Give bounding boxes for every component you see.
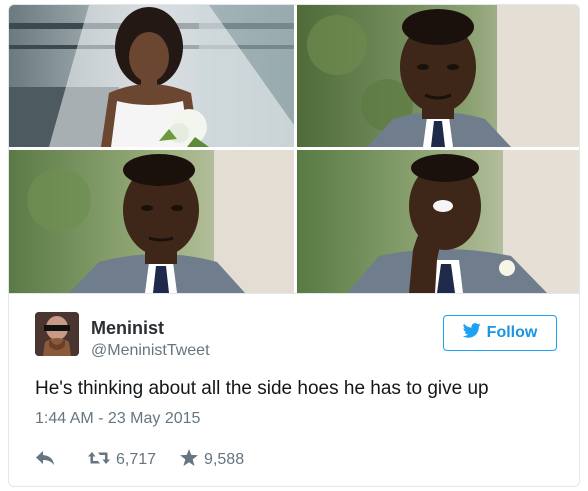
retweet-button[interactable]: 6,717	[88, 450, 156, 471]
retweet-icon	[88, 450, 110, 471]
tweet-actions: 6,717 9,588	[35, 448, 244, 472]
retweet-count: 6,717	[116, 451, 157, 468]
tweet-body: Meninist @MeninistTweet Follow He's thin…	[9, 293, 579, 486]
photo-groom-side-glance[interactable]	[9, 150, 294, 293]
user-handle[interactable]: @MeninistTweet	[91, 342, 210, 360]
tweet-text: He's thinking about all the side hoes he…	[35, 378, 489, 399]
reply-icon	[35, 450, 55, 471]
like-button[interactable]: 9,588	[180, 449, 244, 471]
tweet-card: Meninist @MeninistTweet Follow He's thin…	[8, 4, 580, 487]
photo-groom-wiping-tears[interactable]	[297, 150, 579, 293]
star-icon	[180, 449, 198, 471]
photo-groom-tearful[interactable]	[297, 5, 579, 147]
photo-grid[interactable]	[9, 5, 579, 293]
follow-label: Follow	[486, 324, 538, 341]
twitter-bird-icon	[462, 323, 481, 343]
follow-button[interactable]: Follow	[443, 315, 557, 351]
photo-bride[interactable]	[9, 5, 294, 147]
like-count: 9,588	[204, 451, 245, 468]
display-name[interactable]: Meninist	[91, 318, 164, 339]
reply-button[interactable]	[35, 450, 55, 471]
tweet-timestamp[interactable]: 1:44 AM - 23 May 2015	[35, 410, 200, 428]
avatar[interactable]	[35, 312, 79, 356]
